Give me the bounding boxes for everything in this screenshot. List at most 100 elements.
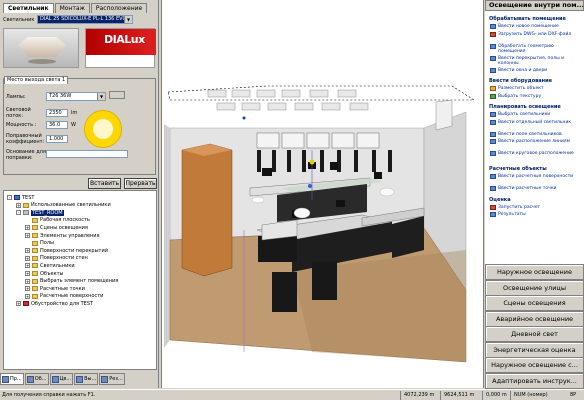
wizard-item-label: Запустить расчет: [498, 204, 541, 210]
expand-icon[interactable]: +: [25, 278, 30, 284]
tab-colors-label: Цв...: [59, 376, 72, 382]
lighting-mode-button[interactable]: Адаптировать инструк...: [485, 372, 584, 389]
luminaire-select[interactable]: DIAL 25 SDICOLUX-E PL-L 136 EVG ▼: [37, 15, 133, 24]
chevron-down-icon[interactable]: ▼: [97, 93, 105, 100]
tree-node[interactable]: + Сцены освещения: [25, 224, 88, 231]
power-row: Мощность : 36.0 W: [6, 121, 76, 129]
tree-node[interactable]: - TEST_ROOM: [16, 209, 64, 216]
front-cabinet-1: [272, 272, 297, 312]
tree-node[interactable]: + Поверхности стен: [25, 255, 88, 262]
expand-icon[interactable]: +: [25, 263, 30, 269]
flux-field[interactable]: 2350: [46, 109, 68, 117]
windows: [256, 132, 380, 149]
lighting-mode-button[interactable]: Аварийное освещение: [485, 310, 584, 327]
corner-marker: [242, 116, 246, 120]
wizard-item[interactable]: Ввести отдельный светильник: [490, 119, 582, 125]
wizard-item-label: Ввести перекрытия, полы и колонны: [498, 55, 565, 66]
tree-node[interactable]: + Объекты: [25, 270, 64, 277]
tab-luminaire[interactable]: Светильник: [3, 3, 54, 13]
dialux-logo: DIALux: [85, 28, 156, 68]
wizard-item[interactable]: Обработать геометрию помещения: [490, 43, 582, 54]
wizard-item-icon: [490, 131, 496, 137]
wizard-item[interactable]: Ввести новое помещение: [490, 24, 582, 29]
tab-output[interactable]: Вы...: [74, 373, 99, 385]
lighting-mode-button[interactable]: Энергетическая оценка: [485, 341, 584, 358]
correction-row: Поправочный коэффициент: 1.000: [6, 133, 68, 145]
expand-icon[interactable]: +: [25, 225, 30, 231]
expand-icon[interactable]: +: [25, 255, 30, 261]
tree-node[interactable]: + Расчетные поверхности: [25, 293, 103, 300]
expand-icon[interactable]: +: [25, 271, 30, 276]
wizard-item[interactable]: Ввести окна и двери: [490, 67, 582, 73]
lighting-mode-button[interactable]: Наружное освещение с...: [485, 357, 584, 373]
tree-node-label: Сцены освещения: [40, 224, 88, 231]
lighting-mode-button[interactable]: Дневной свет: [485, 326, 584, 342]
wizard-item-label: Ввести новое помещение: [498, 24, 559, 29]
room-rendering: [164, 85, 476, 363]
luminaire-preview-image: [3, 28, 79, 68]
wizard-item-label: Ввести расчетные точки: [498, 186, 557, 191]
wizard-item[interactable]: Ввести поле светильников: [490, 131, 582, 137]
tab-mounting[interactable]: Монтаж: [54, 3, 90, 13]
light-output-tab[interactable]: Место выхода света 1: [4, 76, 69, 84]
tree-node[interactable]: + Поверхности перекрытий: [25, 247, 108, 254]
tree-node[interactable]: - TEST: [7, 194, 34, 201]
tab-project[interactable]: Пр...: [0, 373, 24, 385]
tree-node[interactable]: + Обустройство для TEST: [16, 300, 93, 307]
correction-field[interactable]: 1.000: [46, 135, 68, 143]
expand-icon[interactable]: +: [25, 248, 30, 254]
power-field[interactable]: 36.0: [46, 121, 68, 129]
expand-icon[interactable]: +: [25, 286, 30, 292]
folder-icon: [32, 286, 38, 292]
3d-room-view[interactable]: [161, 0, 484, 388]
tree-node[interactable]: Полы: [25, 240, 54, 247]
indoor-lighting-header[interactable]: Освещение внутри пом...: [485, 0, 584, 11]
tab-objects[interactable]: Об...: [24, 373, 49, 385]
tree-node[interactable]: Рабочая плоскость: [25, 217, 90, 224]
wizard-item[interactable]: Запустить расчет: [490, 204, 582, 210]
wizard-item[interactable]: Ввести расположение линиям: [490, 139, 582, 144]
luminaire-row: Светильник DIAL 25 SDICOLUX-E PL-L 136 E…: [3, 15, 156, 24]
wizard-item-icon: [490, 212, 496, 217]
tab-results[interactable]: Рез...: [99, 373, 125, 385]
expand-icon[interactable]: +: [25, 233, 30, 238]
tab-colors[interactable]: Цв...: [49, 373, 74, 385]
wizard-item[interactable]: Ввести круговое расположение: [490, 151, 582, 156]
tree-node[interactable]: + Элементы управления: [25, 232, 100, 239]
lighting-mode-button[interactable]: Наружное освещение: [485, 264, 584, 280]
tree-node[interactable]: + Выбрать элемент помещения: [25, 278, 118, 285]
folder-icon: [23, 202, 29, 208]
wizard-item[interactable]: Результаты: [490, 212, 582, 217]
wizard-item[interactable]: Разместить объект: [490, 86, 582, 91]
wizard-item[interactable]: Ввести расчетные точки: [490, 186, 582, 191]
wizard-item[interactable]: Выбрать светильники: [490, 112, 582, 117]
tree-node[interactable]: + Расчетные точки: [25, 285, 85, 292]
tab-arrangement[interactable]: Расположение: [90, 3, 148, 13]
expand-icon[interactable]: +: [16, 202, 21, 208]
wizard-item[interactable]: Выбрать текстуру: [490, 93, 582, 99]
lighting-mode-button[interactable]: Освещение улицы: [485, 279, 584, 296]
reason-field[interactable]: [46, 150, 128, 158]
lamps-row: Лампы: T26 36W ▼: [6, 92, 106, 101]
expand-icon[interactable]: +: [16, 301, 21, 307]
insert-button[interactable]: Вставить: [88, 178, 121, 189]
flux-unit: lm: [71, 110, 78, 116]
wizard-item[interactable]: Ввести перекрытия, полы и колонны: [490, 55, 582, 66]
expand-icon[interactable]: +: [25, 293, 30, 299]
folder-icon: [32, 225, 38, 231]
cancel-button[interactable]: Прервать: [124, 178, 157, 189]
wizard-item-icon: [490, 204, 496, 210]
wizard-item[interactable]: Загрузить DWG- или DXF-файл: [490, 31, 582, 37]
wizard-item-label: Ввести расположение линиям: [498, 139, 571, 144]
lamps-select[interactable]: T26 36W ▼: [46, 92, 106, 101]
tree-node[interactable]: + Светильники: [25, 262, 75, 269]
collapse-icon[interactable]: -: [7, 195, 12, 200]
tree-node-label: Светильники: [40, 262, 75, 269]
collapse-icon[interactable]: -: [16, 210, 21, 216]
chevron-down-icon[interactable]: ▼: [124, 16, 132, 23]
lighting-mode-button[interactable]: Сцены освещения: [485, 295, 584, 311]
lamp-options-button[interactable]: [109, 91, 125, 99]
tree-node[interactable]: + Использованные светильники: [16, 202, 111, 209]
wizard-item[interactable]: Ввести расчетные поверхности: [490, 174, 582, 179]
folder-icon: [32, 278, 38, 284]
